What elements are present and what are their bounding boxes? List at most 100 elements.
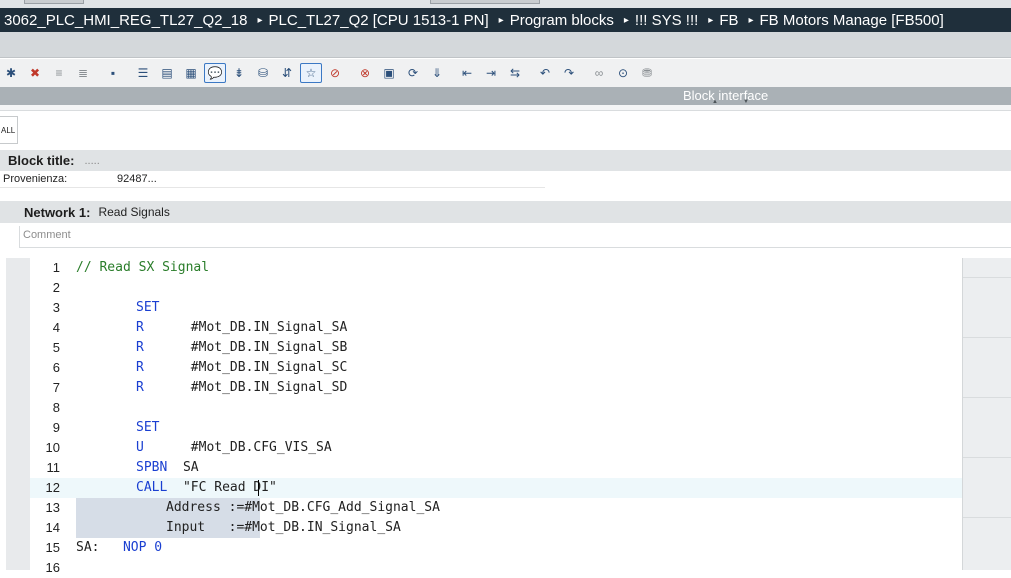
line-number: 7 <box>52 380 60 395</box>
block-interface-bar[interactable]: Block interface ▲ ▼ <box>0 87 1011 105</box>
open-all-networks-icon[interactable]: ▪ <box>102 63 124 83</box>
line-number: 11 <box>46 460 61 475</box>
code-line[interactable]: 14 Input :=#Mot_DB.IN_Signal_SA <box>30 518 962 538</box>
code-line[interactable]: 16 <box>30 558 962 578</box>
block-title-value[interactable]: ..... <box>74 155 99 167</box>
code-line[interactable]: 11 SPBN SA <box>30 458 962 478</box>
compile-icon[interactable]: ⇓ <box>426 63 448 83</box>
callstack-icon[interactable]: ▣ <box>378 63 400 83</box>
code-operand: SA <box>167 460 199 475</box>
monitoring-icon[interactable]: ⛁ <box>252 63 274 83</box>
breadcrumb-item[interactable]: PLC_TL27_Q2 [CPU 1513-1 PN] <box>265 12 495 29</box>
delete-network-icon[interactable]: ✖ <box>24 63 46 83</box>
indent-left-icon[interactable]: ⇤ <box>456 63 478 83</box>
call-tab-label: ALL <box>1 125 16 135</box>
call-tab[interactable]: ALL <box>0 116 18 144</box>
code-line[interactable]: 4 R #Mot_DB.IN_Signal_SA <box>30 318 962 338</box>
line-number: 15 <box>45 540 60 555</box>
code-line[interactable]: 5 R #Mot_DB.IN_Signal_SB <box>30 338 962 358</box>
code-line[interactable]: 7 R #Mot_DB.IN_Signal_SD <box>30 378 962 398</box>
block-interface-icon[interactable]: ⇵ <box>276 63 298 83</box>
text-caret <box>258 480 259 496</box>
breadcrumb-item[interactable]: FB Motors Manage [FB500] <box>756 12 950 29</box>
close-all-networks-icon[interactable]: ☰ <box>132 63 154 83</box>
add-row-icon[interactable]: ≣ <box>72 63 94 83</box>
breadcrumb: 3062_PLC_HMI_REG_TL27_Q2_18 ▸ PLC_TL27_Q2 … <box>0 8 1011 32</box>
breadcrumb-separator-icon: ▸ <box>498 14 504 26</box>
code-text: Input :=#Mot_DB.IN_Signal_SA <box>166 518 401 538</box>
ruler-mark <box>963 438 1011 458</box>
favorites-icon[interactable]: ☆ <box>300 63 322 83</box>
line-number: 16 <box>45 560 60 575</box>
interface-splitter[interactable] <box>0 105 1011 111</box>
code-text: SET <box>136 418 159 438</box>
code-line[interactable]: 1 // Read SX Signal <box>30 258 962 278</box>
code-line[interactable]: 10 U #Mot_DB.CFG_VIS_SA <box>30 438 962 458</box>
code-text: U #Mot_DB.CFG_VIS_SA <box>136 438 332 458</box>
breadcrumb-separator-icon: ▸ <box>708 14 714 26</box>
line-number: 8 <box>52 400 60 415</box>
code-operand: 0 <box>146 540 163 555</box>
editor-overview-ruler[interactable] <box>962 258 1011 570</box>
symbolic-operands-icon[interactable]: ▦ <box>180 63 202 83</box>
ruler-mark <box>963 258 1011 278</box>
comment-icon[interactable]: 💬 <box>204 63 226 83</box>
block-interface-label[interactable]: Block interface <box>683 88 768 103</box>
block-title-bar[interactable]: Block title: ..... <box>0 150 1011 171</box>
breadcrumb-item[interactable]: Program blocks <box>506 12 620 29</box>
network-header[interactable]: Network 1: Read Signals <box>0 201 1011 223</box>
stl-instruction: SET <box>136 300 160 315</box>
code-line[interactable]: 15 SA: NOP 0 <box>30 538 962 558</box>
insert-row-icon[interactable]: ≡ <box>48 63 70 83</box>
code-line[interactable]: 2 <box>30 278 962 298</box>
property-label: Provenienza: <box>3 173 68 185</box>
monitor-off-icon[interactable]: ⊙ <box>612 63 634 83</box>
breadcrumb-item[interactable]: FB <box>715 12 744 29</box>
code-line[interactable]: 3 SET <box>30 298 962 318</box>
stl-instruction: NOP <box>99 540 147 555</box>
network-label: Network 1: <box>24 204 91 220</box>
insert-comment-icon[interactable]: ⇟ <box>228 63 250 83</box>
line-number: 9 <box>52 420 60 435</box>
breadcrumb-separator-icon: ▸ <box>748 14 754 26</box>
code-operand: #Mot_DB.IN_Signal_SB <box>143 340 348 355</box>
indent-right-icon[interactable]: ⇥ <box>480 63 502 83</box>
code-line[interactable]: 8 <box>30 398 962 418</box>
download-icon[interactable]: ⛃ <box>636 63 658 83</box>
ruler-mark <box>963 498 1011 518</box>
code-text: // Read SX Signal <box>76 258 209 278</box>
breadcrumb-separator-icon: ▸ <box>623 14 629 26</box>
ruler-mark <box>963 318 1011 338</box>
block-property-row[interactable]: Provenienza: 92487... <box>0 172 545 188</box>
tab-stub <box>24 0 84 4</box>
redo-icon[interactable]: ↷ <box>558 63 580 83</box>
ruler-mark <box>963 378 1011 398</box>
code-line[interactable]: 9 SET <box>30 418 962 438</box>
line-number: 2 <box>52 280 60 295</box>
line-number: 5 <box>52 340 60 355</box>
code-line[interactable]: 6 R #Mot_DB.IN_Signal_SC <box>30 358 962 378</box>
editor-breakpoint-gutter[interactable] <box>6 258 30 570</box>
network-comment-field[interactable]: Comment <box>19 226 1011 248</box>
breadcrumb-item[interactable]: !!! SYS !!! <box>631 12 704 29</box>
code-operand: Address :=#Mot_DB.CFG_Add_Signal_SA <box>166 500 440 515</box>
code-comment: // Read SX Signal <box>76 260 210 275</box>
absolute-operands-icon[interactable]: ▤ <box>156 63 178 83</box>
undo-icon[interactable]: ↶ <box>534 63 556 83</box>
property-value[interactable]: 92487... <box>117 173 157 185</box>
code-line[interactable]: 13 Address :=#Mot_DB.CFG_Add_Signal_SA <box>30 498 962 518</box>
insert-network-icon[interactable]: ✱ <box>0 63 22 83</box>
monitor-on-icon[interactable]: ∞ <box>588 63 610 83</box>
goto-next-error-icon[interactable]: ⊗ <box>354 63 376 83</box>
code-line[interactable]: 12 CALL "FC Read DI" <box>30 478 962 498</box>
breadcrumb-item[interactable]: 3062_PLC_HMI_REG_TL27_Q2_18 <box>0 12 254 29</box>
update-calls-icon[interactable]: ⟳ <box>402 63 424 83</box>
breadcrumb-separator-icon: ▸ <box>257 14 263 26</box>
code-operand: #Mot_DB.IN_Signal_SC <box>143 360 348 375</box>
stl-instruction: R <box>136 380 144 395</box>
line-number: 13 <box>45 500 60 515</box>
network-title[interactable]: Read Signals <box>90 205 169 219</box>
replace-icon[interactable]: ⇆ <box>504 63 526 83</box>
goto-previous-error-icon[interactable]: ⊘ <box>324 63 346 83</box>
code-text: R #Mot_DB.IN_Signal_SD <box>136 378 347 398</box>
